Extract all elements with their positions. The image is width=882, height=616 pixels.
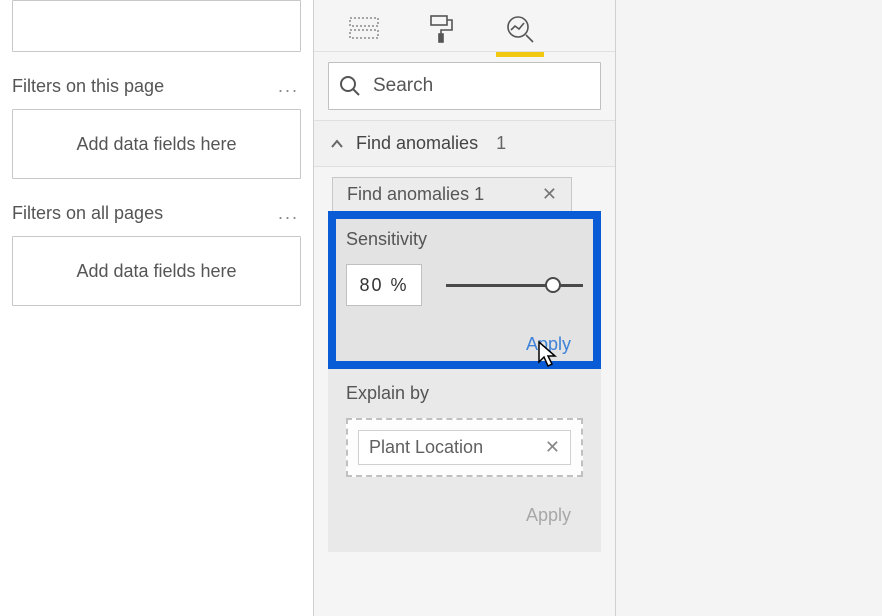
filters-this-page-title: Filters on this page [12, 76, 164, 97]
paint-roller-icon [429, 14, 455, 44]
filters-this-page-header: Filters on this page ... [12, 76, 301, 97]
fields-icon [349, 17, 379, 41]
dropzone-placeholder: Add data fields here [76, 261, 236, 282]
apply-row-explain: Apply [346, 505, 583, 526]
explain-by-label: Explain by [346, 383, 583, 404]
sensitivity-card: Sensitivity 80 % Apply [328, 211, 601, 369]
remove-chip-icon[interactable]: ✕ [545, 437, 560, 458]
sensitivity-value[interactable]: 80 % [346, 264, 422, 306]
section-title: Find anomalies [356, 133, 478, 154]
sensitivity-value-text: 80 % [359, 275, 408, 296]
sensitivity-slider[interactable] [446, 284, 583, 287]
find-anomalies-section[interactable]: Find anomalies 1 [314, 120, 615, 167]
apply-button-disabled: Apply [526, 505, 571, 525]
section-count: 1 [496, 133, 506, 154]
apply-button[interactable]: Apply [526, 334, 571, 354]
canvas-area [616, 0, 882, 616]
slider-thumb[interactable] [545, 277, 561, 293]
dropzone-placeholder: Add data fields here [76, 134, 236, 155]
filter-dropzone-visual[interactable] [12, 0, 301, 52]
more-icon[interactable]: ... [278, 203, 301, 224]
filters-all-pages-title: Filters on all pages [12, 203, 163, 224]
filters-this-page-dropzone[interactable]: Add data fields here [12, 109, 301, 179]
search-box[interactable] [328, 62, 601, 110]
chevron-up-icon [330, 137, 344, 151]
sensitivity-label: Sensitivity [346, 229, 583, 250]
explain-by-card: Explain by Plant Location ✕ Apply [328, 369, 601, 552]
close-icon[interactable]: ✕ [542, 184, 557, 205]
filters-all-pages-header: Filters on all pages ... [12, 203, 301, 224]
analytics-panel: Find anomalies 1 Find anomalies 1 ✕ Sens… [314, 0, 616, 616]
filters-all-pages-dropzone[interactable]: Add data fields here [12, 236, 301, 306]
apply-row: Apply [346, 334, 583, 355]
anomaly-card-tab[interactable]: Find anomalies 1 ✕ [332, 177, 572, 211]
pane-tabs [314, 0, 615, 52]
analytics-icon [505, 14, 535, 44]
chip-text: Plant Location [369, 437, 483, 458]
explain-by-chip[interactable]: Plant Location ✕ [346, 418, 583, 477]
analytics-tab[interactable] [498, 7, 542, 51]
filters-panel: Filters on this page ... Add data fields… [0, 0, 314, 616]
search-input[interactable] [371, 74, 620, 98]
format-tab[interactable] [420, 7, 464, 51]
fields-tab[interactable] [342, 7, 386, 51]
card-tab-label: Find anomalies 1 [347, 184, 484, 205]
search-icon [339, 75, 361, 97]
more-icon[interactable]: ... [278, 76, 301, 97]
